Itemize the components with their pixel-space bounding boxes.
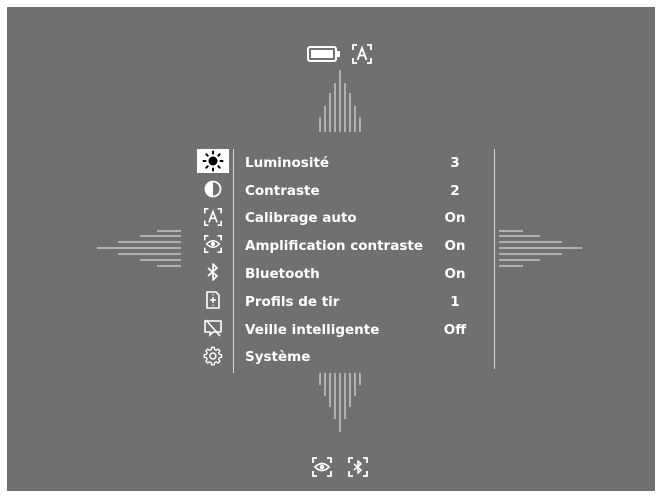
- menu-item-auto-calibration[interactable]: Calibrage auto On: [245, 205, 475, 233]
- menu-item-contrast-icon-cell[interactable]: [197, 177, 229, 201]
- bluetooth-framed-icon: [346, 456, 370, 478]
- menu-item-label: Luminosité: [245, 154, 330, 171]
- menu-item-value: Off: [443, 321, 467, 338]
- menu-item-brightness[interactable]: Luminosité 3: [245, 149, 475, 177]
- menu-item-label: Veille intelligente: [245, 321, 380, 338]
- menu-item-profile-icon-cell[interactable]: [197, 288, 229, 312]
- smart-standby-icon: [203, 318, 223, 338]
- menu-item-value: 1: [450, 293, 460, 310]
- menu-item-calibration-icon-cell[interactable]: [197, 205, 229, 229]
- menu-item-label: Contraste: [245, 182, 320, 199]
- menu-icon-column: [197, 149, 231, 371]
- menu-item-value: On: [444, 238, 466, 255]
- menu-item-system-icon-cell[interactable]: [197, 344, 229, 368]
- menu-divider: [233, 149, 234, 373]
- menu-item-label: Amplification contraste: [245, 238, 423, 255]
- settings-gear-icon: [203, 346, 223, 366]
- device-screen: Luminosité 3 Contraste 2 Calibrage auto …: [7, 7, 655, 491]
- settings-menu: Luminosité 3 Contraste 2 Calibrage auto …: [245, 149, 475, 371]
- shooting-profile-icon: [203, 290, 223, 310]
- menu-item-bluetooth[interactable]: Bluetooth On: [245, 260, 475, 288]
- menu-item-standby-icon-cell[interactable]: [197, 316, 229, 340]
- auto-calibration-icon: [203, 207, 223, 227]
- menu-item-contrast[interactable]: Contraste 2: [245, 177, 475, 205]
- contrast-icon: [203, 179, 223, 199]
- menu-item-system[interactable]: Système: [245, 344, 475, 372]
- menu-item-value: On: [444, 266, 466, 283]
- menu-item-value: 2: [450, 182, 460, 199]
- menu-item-brightness-icon-cell[interactable]: [197, 149, 229, 173]
- menu-item-value: 3: [450, 154, 460, 171]
- menu-item-bluetooth-icon-cell[interactable]: [197, 260, 229, 284]
- bluetooth-icon: [203, 262, 223, 282]
- menu-item-label: Système: [245, 349, 311, 366]
- contrast-amplification-icon: [310, 456, 334, 478]
- menu-item-label: Calibrage auto: [245, 210, 357, 227]
- bottom-status-bar: [310, 455, 370, 479]
- menu-item-label: Bluetooth: [245, 266, 320, 283]
- menu-item-amplification-icon-cell[interactable]: [197, 232, 229, 256]
- menu-right-edge: [494, 149, 495, 369]
- menu-item-shooting-profiles[interactable]: Profils de tir 1: [245, 288, 475, 316]
- menu-item-smart-standby[interactable]: Veille intelligente Off: [245, 316, 475, 344]
- brightness-icon: [202, 150, 224, 172]
- menu-item-label: Profils de tir: [245, 293, 340, 310]
- contrast-amplification-icon: [203, 234, 223, 254]
- menu-item-value: On: [444, 210, 466, 227]
- menu-item-contrast-amplification[interactable]: Amplification contraste On: [245, 232, 475, 260]
